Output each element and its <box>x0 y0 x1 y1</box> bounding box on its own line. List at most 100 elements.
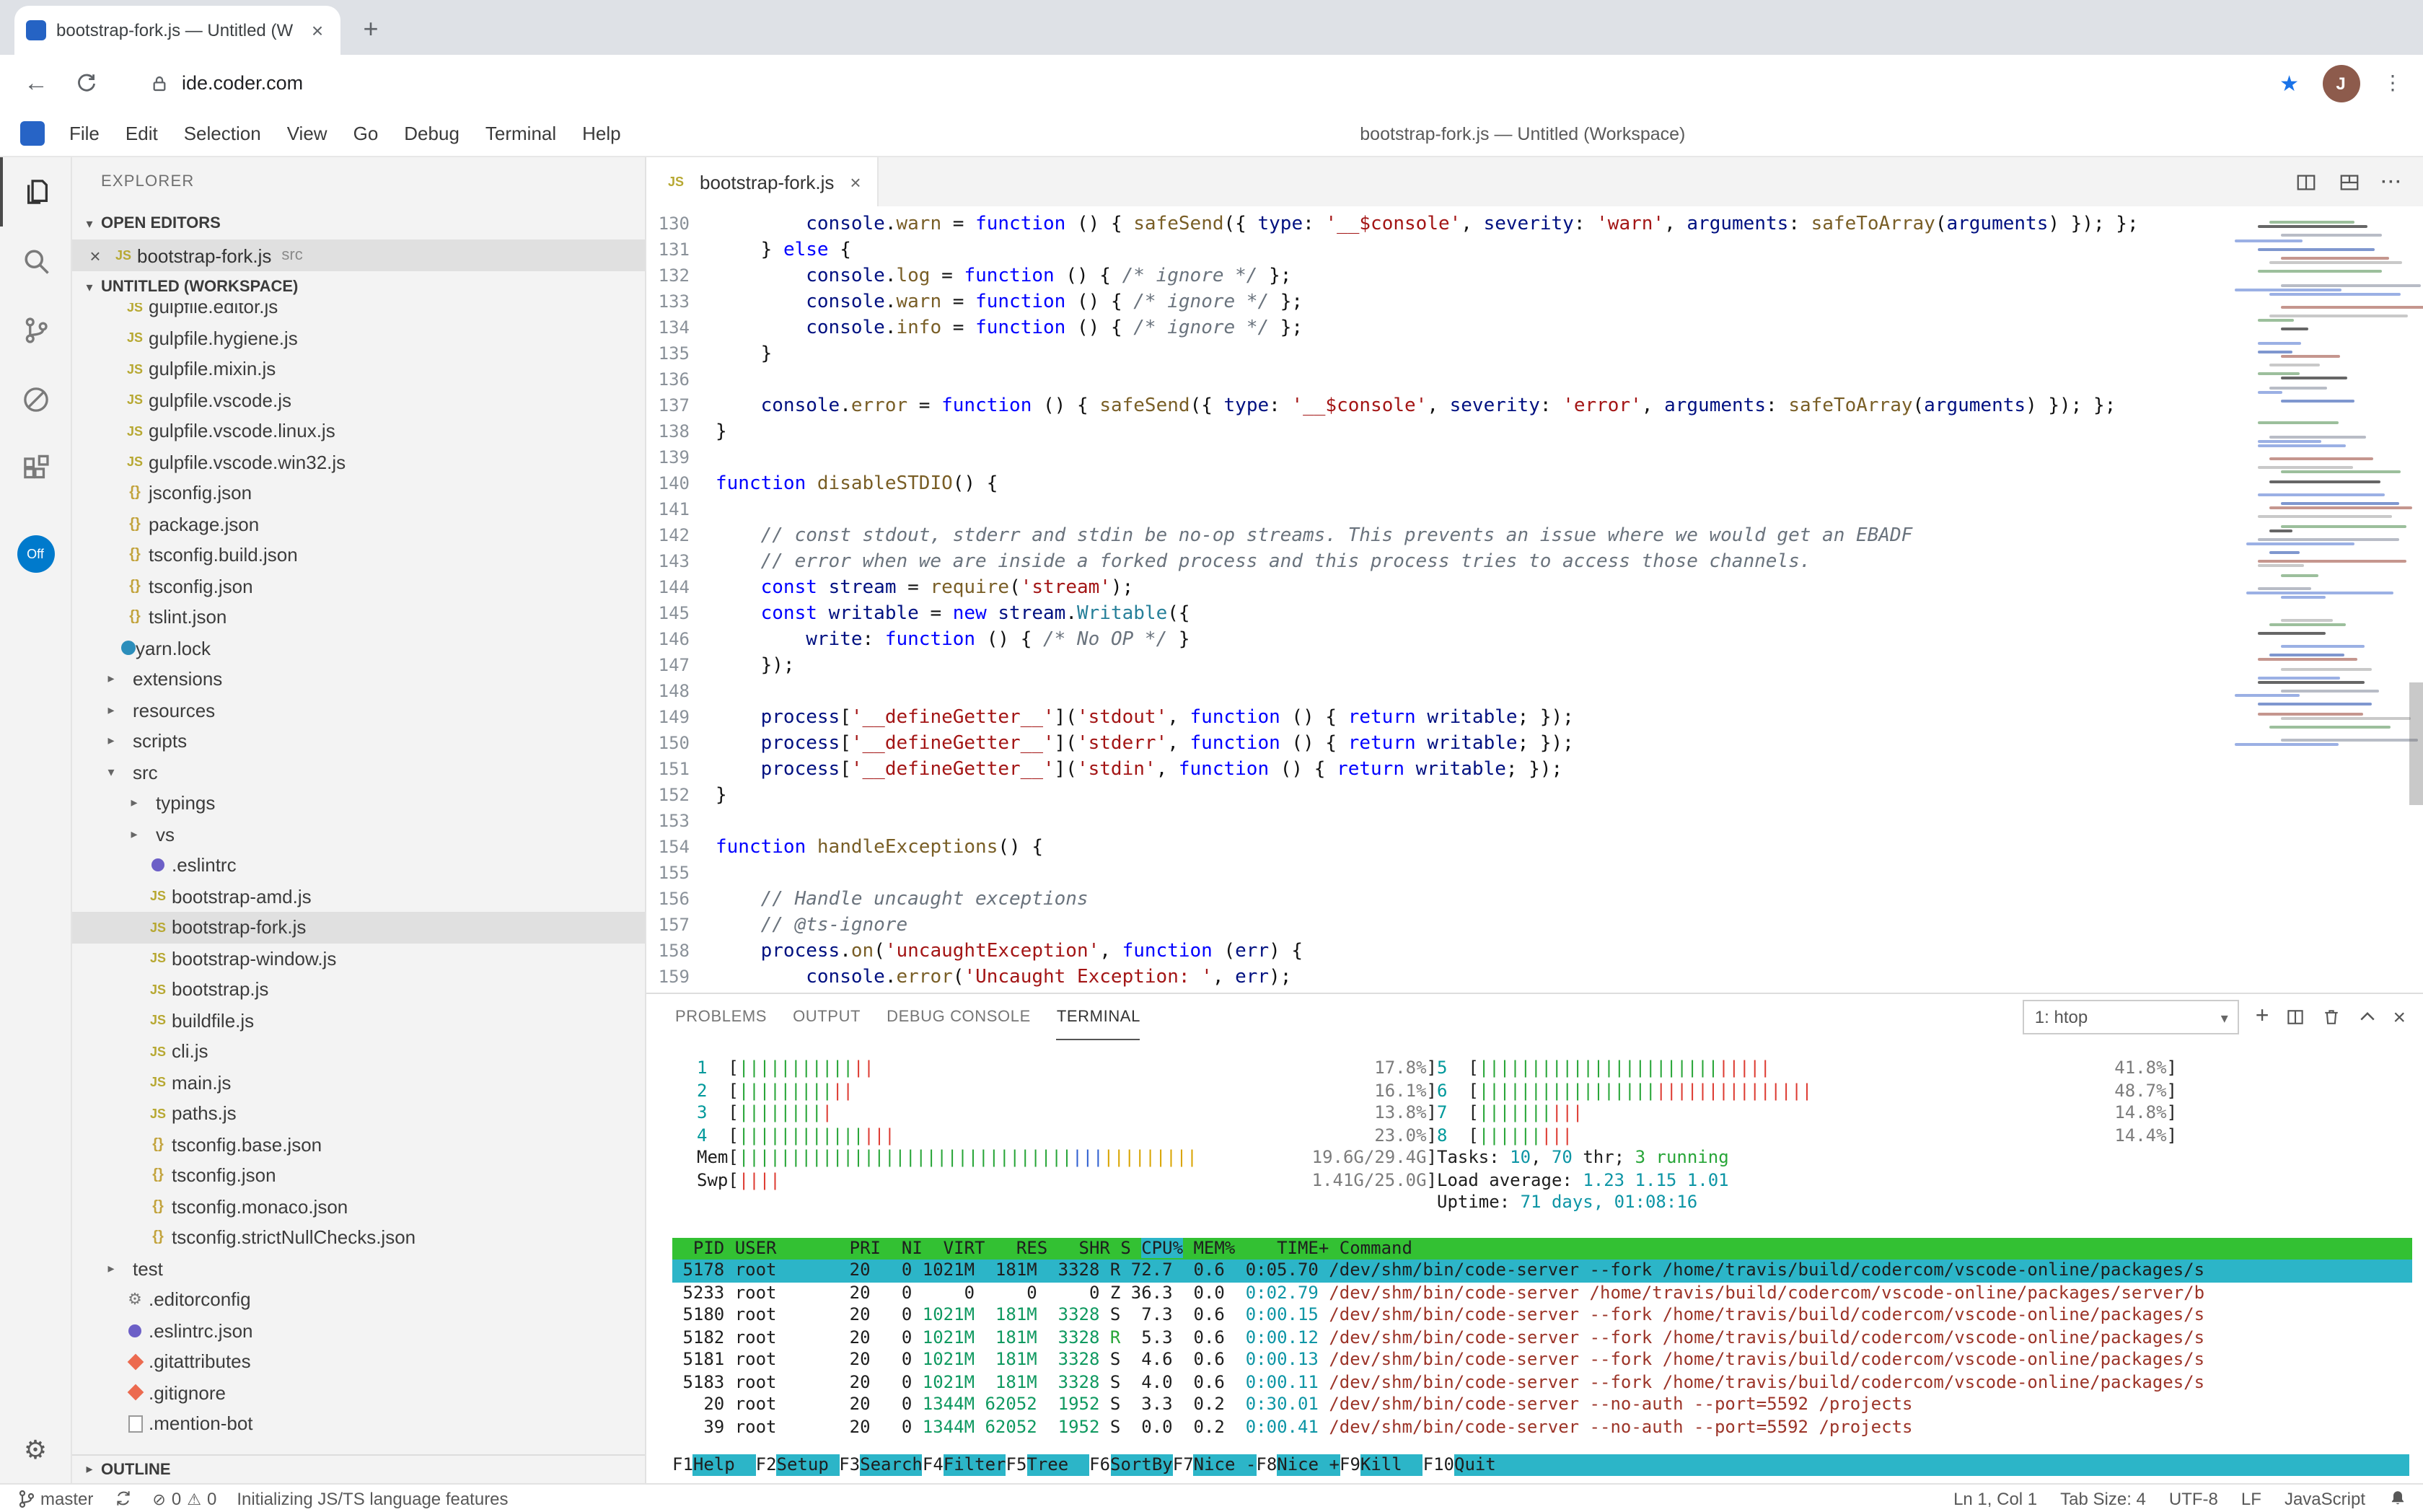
terminal[interactable]: 1 [||||||||||||| 17.8%]5 [||||||||||||||… <box>646 1040 2423 1483</box>
split-terminal-icon[interactable] <box>2285 1007 2305 1027</box>
status-sync[interactable] <box>113 1489 132 1508</box>
bell-icon[interactable] <box>2388 1489 2406 1508</box>
terminal-picker[interactable]: 1: htop <box>2023 1000 2240 1034</box>
file-.mention-bot[interactable]: .mention-bot <box>72 1408 645 1439</box>
code-line-153: 153 <box>646 808 2423 834</box>
panel-tab-terminal[interactable]: TERMINAL <box>1057 994 1140 1040</box>
avatar[interactable]: J <box>2322 64 2360 102</box>
tab-close-icon[interactable] <box>850 171 861 193</box>
folder-src[interactable]: ▾src <box>72 757 645 788</box>
folder-extensions[interactable]: ▸extensions <box>72 664 645 695</box>
code-editor[interactable]: 130 console.warn = function () { safeSen… <box>646 206 2423 993</box>
file-gulpfile.vscode.linux.js[interactable]: gulpfile.vscode.linux.js <box>72 416 645 447</box>
source-control-icon[interactable] <box>0 296 71 365</box>
url-bar[interactable]: ide.coder.com <box>130 72 2256 94</box>
file-.gitattributes[interactable]: .gitattributes <box>72 1346 645 1377</box>
file-gulpfile.editor.js[interactable]: gulpfile.editor.js <box>72 303 645 322</box>
file-buildfile.js[interactable]: buildfile.js <box>72 1005 645 1036</box>
folder-scripts[interactable]: ▸scripts <box>72 726 645 757</box>
editor-layout-icon[interactable] <box>2338 171 2360 193</box>
file-tsconfig.build.json[interactable]: tsconfig.build.json <box>72 540 645 571</box>
js-icon <box>144 1076 172 1090</box>
new-tab-button[interactable] <box>352 10 390 48</box>
file-gulpfile.mixin.js[interactable]: gulpfile.mixin.js <box>72 353 645 384</box>
file-tslint.json[interactable]: tslint.json <box>72 602 645 633</box>
explorer-sidebar: EXPLORER ▾ OPEN EDITORS bootstrap-fork.j… <box>72 157 646 1483</box>
panel-tab-problems[interactable]: PROBLEMS <box>675 994 767 1040</box>
folder-vs[interactable]: ▸vs <box>72 819 645 850</box>
settings-gear-icon[interactable] <box>24 1436 47 1466</box>
file-bootstrap-window.js[interactable]: bootstrap-window.js <box>72 943 645 974</box>
tab-close-icon[interactable] <box>306 19 329 42</box>
menu-edit[interactable]: Edit <box>113 110 171 157</box>
menu-go[interactable]: Go <box>340 110 392 157</box>
code-line-134: 134 console.info = function () { /* igno… <box>646 315 2423 340</box>
file-tsconfig.strictNullChecks.json[interactable]: tsconfig.strictNullChecks.json <box>72 1222 645 1253</box>
file-tsconfig.monaco.json[interactable]: tsconfig.monaco.json <box>72 1191 645 1222</box>
warnings-icon <box>187 1488 201 1508</box>
status-problems[interactable]: 0 0 <box>152 1488 216 1508</box>
file-cli.js[interactable]: cli.js <box>72 1036 645 1067</box>
browser-tab[interactable]: bootstrap-fork.js — Untitled (W <box>14 6 340 55</box>
folder-test[interactable]: ▸test <box>72 1253 645 1284</box>
panel-tab-debug-console[interactable]: DEBUG CONSOLE <box>887 994 1031 1040</box>
file-bootstrap.js[interactable]: bootstrap.js <box>72 974 645 1005</box>
file-bootstrap-amd.js[interactable]: bootstrap-amd.js <box>72 881 645 912</box>
split-editor-icon[interactable] <box>2295 171 2316 193</box>
status-line-col[interactable]: Ln 1, Col 1 <box>1953 1488 2037 1508</box>
menu-debug[interactable]: Debug <box>391 110 472 157</box>
file-package.json[interactable]: package.json <box>72 509 645 540</box>
close-panel-icon[interactable]: × <box>2393 1005 2406 1029</box>
status-tab-size[interactable]: Tab Size: 4 <box>2060 1488 2146 1508</box>
explorer-icon[interactable] <box>0 157 71 227</box>
menu-help[interactable]: Help <box>569 110 634 157</box>
editor-tab[interactable]: bootstrap-fork.js <box>646 157 879 206</box>
file-.eslintrc.json[interactable]: .eslintrc.json <box>72 1315 645 1346</box>
reload-icon[interactable] <box>75 71 107 94</box>
status-branch[interactable]: master <box>17 1488 93 1508</box>
file-paths.js[interactable]: paths.js <box>72 1098 645 1129</box>
search-icon[interactable] <box>0 227 71 296</box>
kill-terminal-icon[interactable] <box>2321 1007 2341 1027</box>
file-yarn.lock[interactable]: yarn.lock <box>72 633 645 664</box>
file-bootstrap-fork.js[interactable]: bootstrap-fork.js <box>72 912 645 943</box>
file-gulpfile.hygiene.js[interactable]: gulpfile.hygiene.js <box>72 322 645 353</box>
outline-header[interactable]: ▸ OUTLINE <box>72 1454 645 1483</box>
file-tsconfig.json[interactable]: tsconfig.json <box>72 1160 645 1191</box>
menu-file[interactable]: File <box>56 110 113 157</box>
folder-resources[interactable]: ▸resources <box>72 695 645 726</box>
folder-typings[interactable]: ▸typings <box>72 788 645 819</box>
back-icon[interactable] <box>20 69 52 97</box>
status-encoding[interactable]: UTF-8 <box>2169 1488 2218 1508</box>
status-eol[interactable]: LF <box>2241 1488 2261 1508</box>
menu-terminal[interactable]: Terminal <box>472 110 569 157</box>
maximize-panel-icon[interactable] <box>2357 1007 2377 1027</box>
close-icon[interactable] <box>84 245 107 266</box>
status-message[interactable]: Initializing JS/TS language features <box>237 1488 508 1508</box>
menu-selection[interactable]: Selection <box>171 110 274 157</box>
offline-toggle-badge[interactable]: Off <box>17 535 54 573</box>
extensions-icon[interactable] <box>0 434 71 504</box>
open-editor-item[interactable]: bootstrap-fork.js src <box>72 239 645 271</box>
file-gulpfile.vscode.js[interactable]: gulpfile.vscode.js <box>72 384 645 416</box>
file-tsconfig.json[interactable]: tsconfig.json <box>72 571 645 602</box>
browser-menu-icon[interactable] <box>2383 71 2403 95</box>
file-main.js[interactable]: main.js <box>72 1067 645 1098</box>
file-gulpfile.vscode.win32.js[interactable]: gulpfile.vscode.win32.js <box>72 447 645 478</box>
file-.editorconfig[interactable]: .editorconfig <box>72 1284 645 1315</box>
debug-icon[interactable] <box>0 365 71 434</box>
menu-view[interactable]: View <box>274 110 340 157</box>
panel-tab-output[interactable]: OUTPUT <box>793 994 861 1040</box>
new-terminal-icon[interactable] <box>2256 1004 2269 1030</box>
file-jsconfig.json[interactable]: jsconfig.json <box>72 478 645 509</box>
file-.eslintrc[interactable]: .eslintrc <box>72 850 645 881</box>
status-language[interactable]: JavaScript <box>2285 1488 2365 1508</box>
workspace-header[interactable]: ▾ UNTITLED (WORKSPACE) <box>72 271 645 303</box>
editor-scrollbar[interactable] <box>2409 682 2423 805</box>
file-.gitignore[interactable]: .gitignore <box>72 1377 645 1408</box>
file-tsconfig.base.json[interactable]: tsconfig.base.json <box>72 1129 645 1160</box>
more-actions-icon[interactable] <box>2381 169 2403 195</box>
minimap[interactable] <box>2251 212 2403 748</box>
open-editors-header[interactable]: ▾ OPEN EDITORS <box>72 208 645 239</box>
bookmark-star-icon[interactable] <box>2279 70 2299 96</box>
